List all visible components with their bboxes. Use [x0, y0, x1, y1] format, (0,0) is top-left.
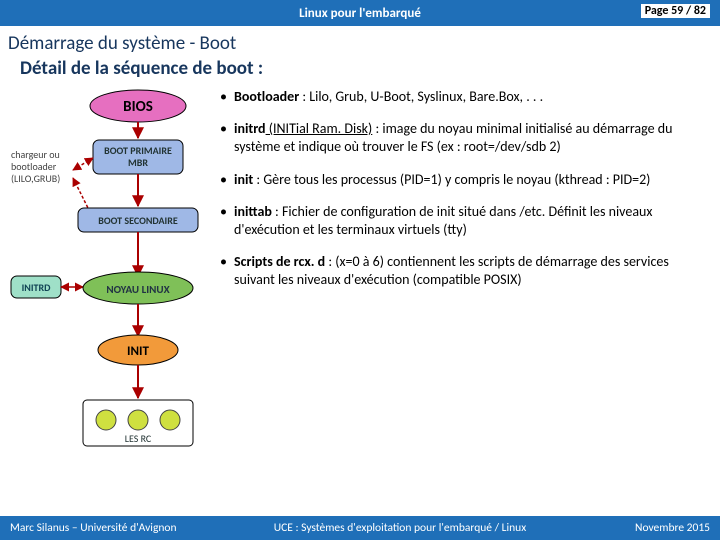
main-row: BIOS BOOT PRIMAIRE MBR chargeur ou bootl…	[8, 88, 712, 488]
boot-sequence-diagram: BIOS BOOT PRIMAIRE MBR chargeur ou bootl…	[8, 88, 208, 488]
slide-subtitle: Détail de la séquence de boot :	[20, 57, 712, 80]
page-indicator: Page 59 / 82	[641, 4, 710, 18]
bullet-initrd: initrd (INITial Ram. Disk) : image du no…	[216, 120, 706, 156]
bullet-scripts: Scripts de rcx. d : (x=0 à 6) contiennen…	[216, 253, 706, 289]
diagram-boot-secondary: BOOT SECONDAIRE	[98, 214, 178, 227]
diagram-bios-label: BIOS	[123, 98, 153, 116]
bullet-bootloader: Bootloader : Lilo, Grub, U-Boot, Syslinu…	[216, 88, 706, 106]
slide-footer: Marc Silanus – Université d'Avignon UCE …	[0, 516, 720, 540]
slide-content: Démarrage du système - Boot Détail de la…	[0, 26, 720, 488]
bullet-list: Bootloader : Lilo, Grub, U-Boot, Syslinu…	[216, 88, 712, 488]
header-title: Linux pour l'embarqué	[299, 6, 421, 21]
slide-header: Linux pour l'embarqué Page 59 / 82	[0, 0, 720, 26]
footer-author: Marc Silanus – Université d'Avignon	[0, 521, 200, 535]
diagram-initrd: INITRD	[22, 281, 52, 294]
footer-date: Novembre 2015	[600, 521, 720, 535]
diagram-rc: LES RC	[125, 432, 152, 445]
diagram-init: INIT	[127, 344, 149, 359]
slide-title: Démarrage du système - Boot	[8, 32, 712, 55]
bullet-inittab: inittab : Fichier de configuration de in…	[216, 203, 706, 239]
diagram-boot-primary-l2: MBR	[128, 156, 148, 169]
bullet-init: init : Gère tous les processus (PID=1) y…	[216, 171, 706, 189]
diagram-loader-l3: (LILO,GRUB)	[11, 172, 60, 185]
footer-course: UCE : Systèmes d'exploitation pour l'emb…	[200, 521, 600, 535]
diagram-kernel: NOYAU LINUX	[106, 283, 170, 296]
